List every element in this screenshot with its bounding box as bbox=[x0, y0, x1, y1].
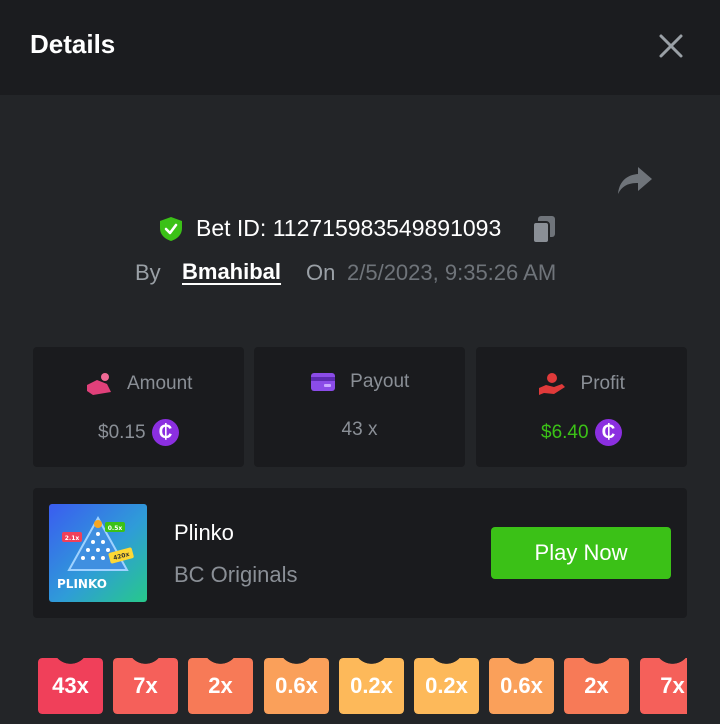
by-label: By bbox=[135, 260, 161, 285]
share-icon[interactable] bbox=[616, 163, 654, 197]
coin-icon: ₵ bbox=[595, 419, 622, 446]
dialog-header: Details bbox=[0, 0, 720, 95]
multiplier-slot: 7x bbox=[113, 658, 178, 714]
multiplier-slot: 2x bbox=[564, 658, 629, 714]
on-label: On bbox=[306, 260, 336, 285]
amount-icon bbox=[86, 373, 111, 395]
dialog-title: Details bbox=[30, 29, 116, 59]
bet-datetime: 2/5/2023, 9:35:26 AM bbox=[347, 260, 557, 285]
amount-card: Amount $0.15 ₵ bbox=[33, 347, 244, 467]
amount-value: $0.15 bbox=[98, 421, 146, 443]
multiplier-slot: 43x bbox=[38, 658, 103, 714]
multiplier-slot: 0.6x bbox=[264, 658, 329, 714]
profit-value: $6.40 bbox=[541, 421, 589, 443]
thumb-logo-text: PLINKO bbox=[57, 577, 107, 591]
multiplier-row: 43x 7x 2x 0.6x 0.2x 0.2x 0.6x 2x 7x bbox=[38, 658, 687, 714]
multiplier-slot: 0.6x bbox=[489, 658, 554, 714]
card-icon bbox=[310, 373, 335, 391]
bet-id: Bet ID: 112715983549891093 bbox=[196, 215, 502, 241]
shield-check-icon bbox=[160, 217, 182, 241]
multiplier-slot: 0.2x bbox=[339, 658, 404, 714]
plinko-thumbnail[interactable]: 2.1x 0.5x 420x PLINKO bbox=[49, 504, 147, 602]
multiplier-slot: 7x bbox=[640, 658, 687, 714]
hand-coin-icon bbox=[539, 373, 566, 395]
coin-icon: ₵ bbox=[152, 419, 179, 446]
payout-card: Payout 43 x bbox=[254, 347, 465, 467]
amount-label: Amount bbox=[126, 373, 193, 394]
bet-meta-row: By Bmahibal On 2/5/2023, 9:35:26 AM bbox=[0, 258, 720, 288]
bet-id-row: Bet ID: 112715983549891093 bbox=[0, 214, 720, 246]
play-now-button[interactable]: Play Now bbox=[491, 527, 671, 579]
thumb-badge-1: 2.1x bbox=[65, 535, 80, 542]
username-link[interactable]: Bmahibal bbox=[182, 259, 281, 285]
profit-label: Profit bbox=[580, 373, 625, 394]
payout-label: Payout bbox=[350, 371, 410, 392]
game-provider: BC Originals bbox=[174, 562, 298, 587]
payout-value: 43 x bbox=[341, 419, 378, 440]
profit-card: Profit $6.40 ₵ bbox=[476, 347, 687, 467]
copy-icon[interactable] bbox=[531, 215, 557, 245]
multiplier-slot: 2x bbox=[188, 658, 253, 714]
game-name: Plinko bbox=[174, 520, 234, 545]
thumb-badge-2: 0.5x bbox=[108, 525, 123, 532]
game-card: 2.1x 0.5x 420x PLINKO Plinko BC Original… bbox=[33, 488, 687, 618]
multiplier-slot: 0.2x bbox=[414, 658, 479, 714]
close-icon[interactable] bbox=[656, 31, 686, 61]
